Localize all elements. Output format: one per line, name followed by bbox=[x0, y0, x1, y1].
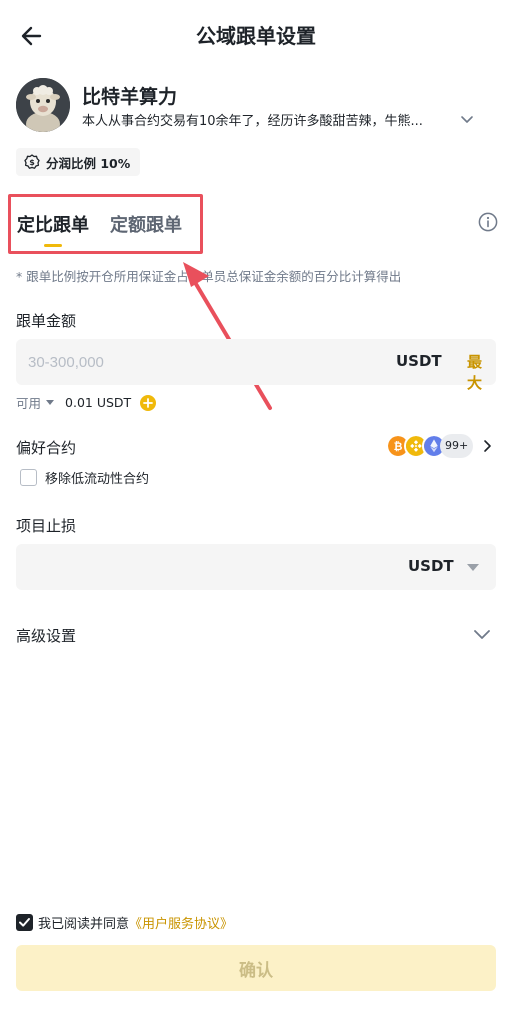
remove-low-liquidity-label: 移除低流动性合约 bbox=[45, 472, 150, 487]
copy-amount-input[interactable] bbox=[28, 339, 328, 385]
add-funds-icon[interactable] bbox=[140, 394, 157, 411]
agreement-text: 我已阅读并同意 bbox=[38, 916, 130, 932]
stop-loss-label: 项目止损 bbox=[16, 517, 77, 535]
check-icon bbox=[19, 917, 30, 927]
available-balance: 可用 0.01 USDT bbox=[16, 393, 157, 412]
dollar-gear-icon: $ bbox=[24, 154, 40, 169]
sheep-avatar-icon bbox=[16, 78, 70, 132]
available-value: 0.01 USDT bbox=[65, 395, 132, 410]
avatar[interactable] bbox=[16, 78, 70, 132]
stop-loss-unit-select[interactable]: USDT bbox=[408, 557, 454, 575]
copy-amount-unit: USDT bbox=[396, 352, 442, 370]
trader-card: 比特羊算力 本人从事合约交易有10余年了，经历许多酸甜苦辣，牛熊... bbox=[16, 78, 496, 134]
stop-loss-field: USDT bbox=[16, 544, 496, 590]
tab-active-indicator bbox=[44, 244, 62, 247]
user-agreement-link[interactable]: 《用户服务协议》 bbox=[129, 913, 233, 932]
tab-fixed-amount[interactable]: 定额跟单 bbox=[110, 211, 182, 237]
svg-text:₿: ₿ bbox=[394, 440, 403, 453]
remove-low-liquidity-checkbox[interactable] bbox=[20, 469, 37, 486]
svg-text:$: $ bbox=[29, 158, 35, 167]
trader-name: 比特羊算力 bbox=[82, 86, 178, 108]
chevron-down-icon[interactable] bbox=[472, 626, 492, 644]
agreement-checkbox[interactable] bbox=[16, 913, 33, 931]
stop-loss-input[interactable] bbox=[28, 544, 388, 590]
preferred-contracts-row[interactable]: 偏好合约 ₿ 99+ bbox=[16, 432, 496, 462]
caret-down-icon[interactable] bbox=[46, 399, 55, 406]
profit-share-badge: $ 分润比例 10% bbox=[16, 148, 141, 176]
ratio-note: * 跟单比例按开仓所用保证金占带单员总保证金余额的百分比计算得出 bbox=[16, 269, 402, 284]
max-button[interactable]: 最大 bbox=[467, 351, 496, 393]
caret-down-icon[interactable] bbox=[467, 562, 479, 572]
chevron-down-icon[interactable] bbox=[458, 110, 476, 128]
more-contracts-badge: 99+ bbox=[440, 434, 474, 458]
header: 公域跟单设置 bbox=[0, 0, 512, 70]
copy-amount-field: USDT 最大 bbox=[16, 339, 496, 392]
page-title: 公域跟单设置 bbox=[196, 24, 316, 48]
trader-bio: 本人从事合约交易有10余年了，经历许多酸甜苦辣，牛熊... bbox=[82, 114, 423, 129]
preferred-contracts-label: 偏好合约 bbox=[16, 439, 77, 457]
profit-share-label: 分润比例 10% bbox=[46, 155, 131, 171]
advanced-settings-row[interactable]: 高级设置 bbox=[16, 620, 496, 650]
agreement-row: 我已阅读并同意 《用户服务协议》 bbox=[16, 911, 233, 933]
info-icon[interactable] bbox=[478, 212, 498, 232]
chevron-right-icon[interactable] bbox=[480, 439, 494, 453]
advanced-settings-label: 高级设置 bbox=[16, 627, 77, 645]
tab-fixed-ratio[interactable]: 定比跟单 bbox=[17, 211, 89, 237]
copy-amount-label: 跟单金额 bbox=[16, 312, 77, 330]
confirm-button[interactable]: 确认 bbox=[16, 945, 496, 991]
available-label: 可用 bbox=[16, 396, 42, 411]
